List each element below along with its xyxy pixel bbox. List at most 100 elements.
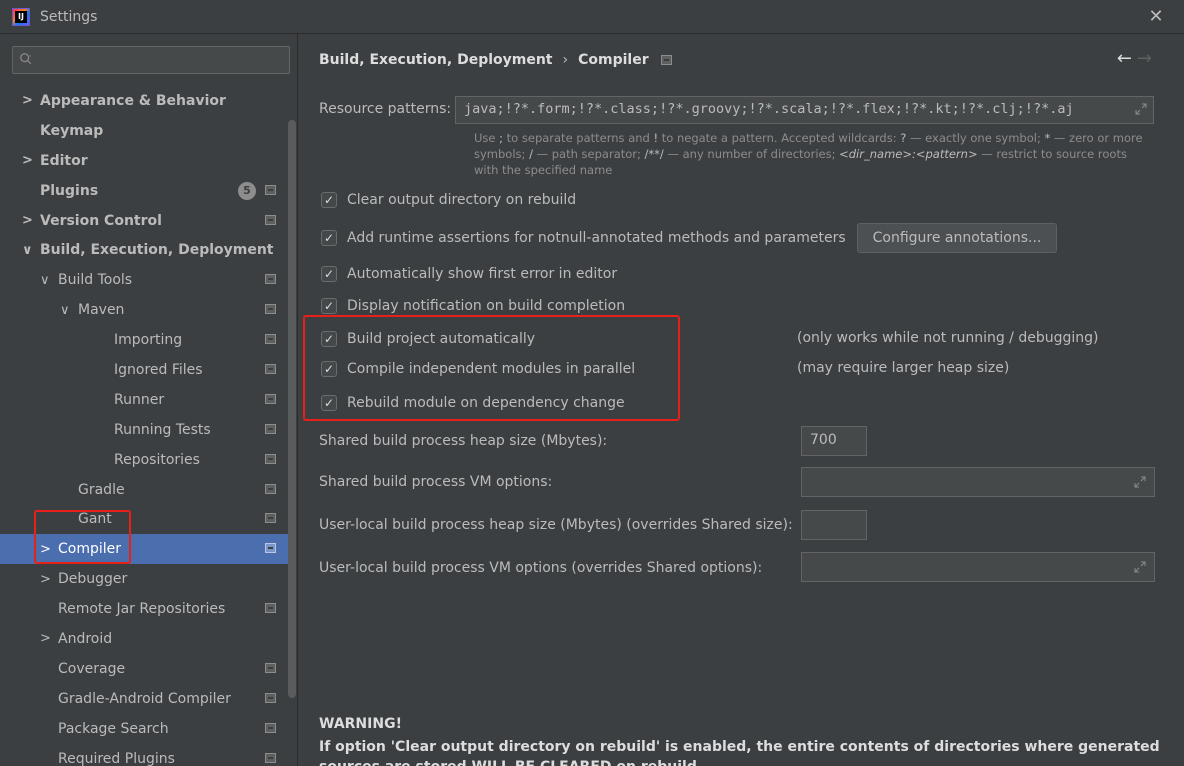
chevron-right-icon[interactable]: > (22, 153, 40, 168)
sidebar-item[interactable]: > Appearance & Behavior (0, 86, 288, 116)
sidebar-item-label: Plugins (40, 182, 99, 199)
project-settings-icon (265, 393, 276, 404)
settings-tree: > Appearance & Behavior Keymap > Editor Plugi… (0, 86, 288, 766)
expand-icon[interactable] (1134, 561, 1146, 573)
hint-fragment: /**/ (644, 147, 668, 161)
checkbox-label: Automatically show first error in editor (347, 266, 618, 282)
hint-fragment: <dir_name>:<pattern> (839, 147, 978, 161)
hint-fragment: Use (474, 131, 500, 145)
project-settings-icon (265, 334, 276, 345)
checkbox-note: (may require larger heap size) (797, 360, 1010, 376)
sidebar-item[interactable]: ∨ Maven (0, 295, 288, 325)
settings-sidebar: > Appearance & Behavior Keymap > Editor Plugi… (0, 34, 298, 766)
sidebar-item[interactable]: ∨ Build, Execution, Deployment (0, 235, 288, 265)
close-icon[interactable]: ✕ (1146, 6, 1166, 27)
resource-patterns-value: java;!?*.form;!?*.class;!?*.groovy;!?*.s… (464, 101, 1074, 117)
sidebar-item-label: Gradle (78, 481, 125, 498)
sidebar-item[interactable]: Repositories (0, 445, 288, 475)
sidebar-item-label: Debugger (58, 571, 128, 588)
hint-fragment: / (529, 147, 537, 161)
sidebar-item-label: Version Control (40, 212, 162, 229)
checkbox-label: Clear output directory on rebuild (347, 192, 577, 208)
checkbox[interactable]: ✓ (321, 192, 337, 208)
project-settings-icon (660, 55, 672, 65)
intellij-icon: IJ (12, 7, 30, 26)
chevron-right-icon[interactable]: > (40, 572, 58, 587)
user-heap-input[interactable] (801, 510, 867, 540)
breadcrumb: Build, Execution, Deployment › Compiler (319, 52, 672, 68)
checkbox-row[interactable]: ✓ Automatically show first error in edito… (321, 266, 617, 282)
breadcrumb-parent[interactable]: Build, Execution, Deployment (319, 52, 553, 68)
chevron-down-icon[interactable]: ∨ (60, 303, 78, 318)
sidebar-item[interactable]: Coverage (0, 654, 288, 684)
sidebar-item[interactable]: Keymap (0, 116, 288, 146)
project-settings-icon (265, 274, 276, 285)
sidebar-scrollbar[interactable] (288, 120, 296, 698)
window-title: Settings (40, 8, 98, 25)
sidebar-item-label: Running Tests (114, 421, 211, 438)
checkbox[interactable]: ✓ (321, 266, 337, 282)
chevron-down-icon[interactable]: ∨ (40, 273, 58, 288)
sidebar-item[interactable]: Remote Jar Repositories (0, 594, 288, 624)
hint-fragment: to negate a pattern. Accepted wildcards: (661, 131, 901, 145)
sidebar-item[interactable]: Runner (0, 385, 288, 415)
sidebar-item[interactable]: ∨ Build Tools (0, 265, 288, 295)
sidebar-item[interactable]: Gradle (0, 475, 288, 505)
sidebar-item[interactable]: > Debugger (0, 564, 288, 594)
breadcrumb-current: Compiler (578, 52, 649, 68)
checkbox-row[interactable]: ✓ Display notification on build completio… (321, 298, 625, 314)
warning-title: WARNING! (319, 716, 402, 732)
expand-icon[interactable] (1135, 103, 1147, 115)
sidebar-item-label: Keymap (40, 122, 104, 139)
sidebar-item[interactable]: Required Plugins (0, 744, 288, 766)
project-settings-icon (265, 513, 276, 524)
project-settings-icon (265, 423, 276, 434)
shared-heap-input[interactable]: 700 (801, 426, 867, 456)
breadcrumb-separator: › (562, 52, 569, 68)
checkbox-row[interactable]: ✓ Clear output directory on rebuild (321, 192, 576, 208)
sidebar-item[interactable]: > Editor (0, 146, 288, 176)
sidebar-item-label: Appearance & Behavior (40, 92, 226, 109)
highlight-box (34, 510, 131, 564)
sidebar-item[interactable]: Package Search (0, 714, 288, 744)
expand-icon[interactable] (1134, 476, 1146, 488)
project-settings-icon (265, 453, 276, 464)
chevron-down-icon[interactable]: ∨ (22, 243, 40, 258)
sidebar-item-label: Repositories (114, 451, 200, 468)
sidebar-item-label: Remote Jar Repositories (58, 601, 226, 618)
sidebar-item[interactable]: Ignored Files (0, 355, 288, 385)
forward-arrow-icon[interactable]: → (1137, 48, 1152, 69)
shared-heap-label: Shared build process heap size (Mbytes): (319, 433, 608, 449)
configure-annotations-button[interactable]: Configure annotations... (857, 223, 1057, 253)
sidebar-item-label: Maven (78, 302, 125, 319)
checkbox-label: Add runtime assertions for notnull-annot… (347, 230, 846, 246)
sidebar-item[interactable]: > Android (0, 624, 288, 654)
sidebar-item[interactable]: Plugins 5 (0, 176, 288, 206)
project-settings-icon (265, 543, 276, 554)
project-settings-icon (265, 692, 276, 703)
user-vm-options-input[interactable] (801, 552, 1155, 582)
sidebar-item-label: Ignored Files (114, 361, 203, 378)
chevron-right-icon[interactable]: > (22, 93, 40, 108)
checkbox[interactable]: ✓ (321, 298, 337, 314)
sidebar-item[interactable]: Gradle-Android Compiler (0, 684, 288, 714)
hint-fragment: ? (900, 131, 910, 145)
sidebar-item[interactable]: > Version Control (0, 206, 288, 236)
hint-fragment: to separate patterns and (506, 131, 654, 145)
chevron-right-icon[interactable]: > (22, 213, 40, 228)
user-vm-options-label: User-local build process VM options (ove… (319, 560, 763, 576)
back-arrow-icon[interactable]: ← (1117, 48, 1132, 69)
resource-patterns-input[interactable]: java;!?*.form;!?*.class;!?*.groovy;!?*.s… (455, 96, 1154, 124)
checkbox[interactable]: ✓ (321, 230, 337, 246)
chevron-right-icon[interactable]: > (40, 631, 58, 646)
settings-search-input[interactable] (12, 46, 290, 74)
sidebar-item[interactable]: Importing (0, 325, 288, 355)
shared-vm-options-input[interactable] (801, 467, 1155, 497)
hint-fragment: — exactly one symbol; (910, 131, 1045, 145)
highlight-box (303, 315, 680, 421)
project-settings-icon (265, 662, 276, 673)
hint-fragment: — path separator; (536, 147, 645, 161)
checkbox-row[interactable]: ✓ Add runtime assertions for notnull-anno… (321, 230, 846, 246)
sidebar-item[interactable]: Running Tests (0, 415, 288, 445)
hint-fragment: ! (653, 131, 662, 145)
